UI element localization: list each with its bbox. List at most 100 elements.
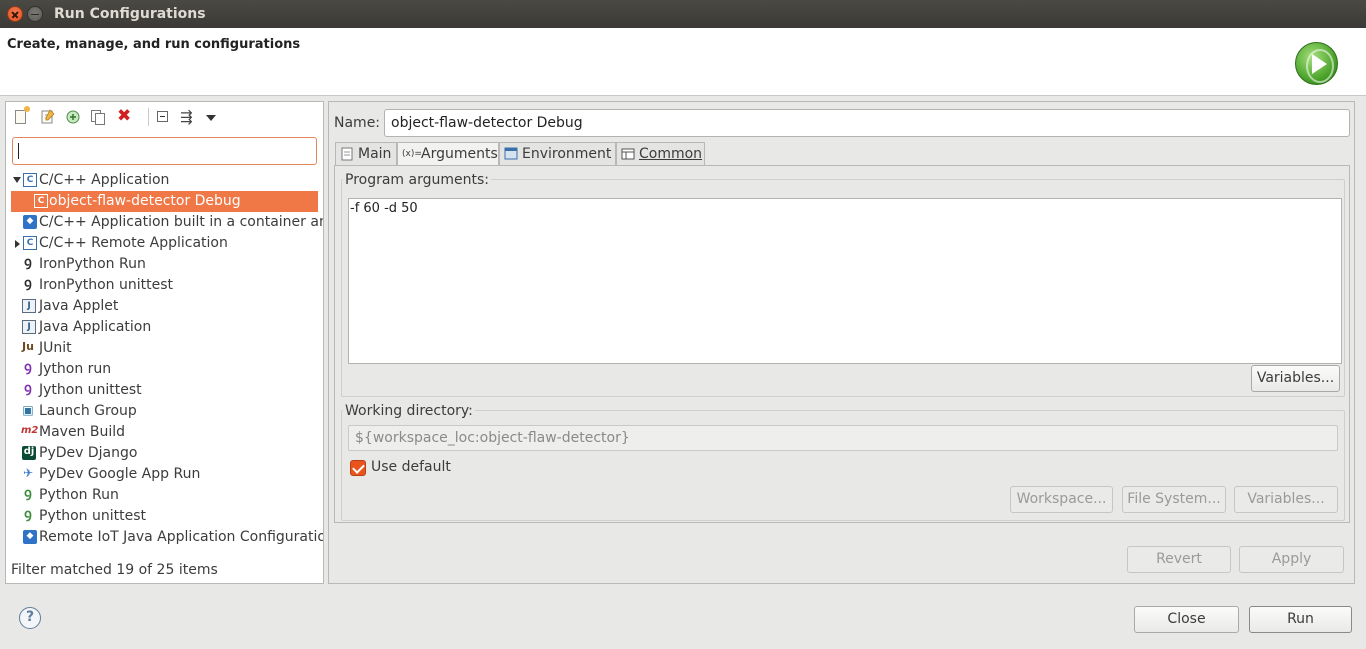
c-app-icon: C: [23, 173, 37, 187]
tree-item-object-flaw-detector-debug[interactable]: C object-flaw-detector Debug: [11, 191, 318, 212]
tree-item-label: Remote IoT Java Application Configuratio: [39, 529, 323, 545]
container-icon: ◆: [23, 215, 37, 229]
toolbar-separator: [148, 108, 149, 126]
c-app-icon: C: [23, 236, 37, 250]
dialog-description: Create, manage, and run configurations: [7, 37, 301, 52]
new-config-icon[interactable]: [15, 106, 30, 124]
django-icon: dj: [22, 446, 36, 460]
window-close-button[interactable]: [7, 6, 23, 22]
program-arguments-textarea[interactable]: -f 60 -d 50: [348, 198, 1342, 364]
delete-config-icon[interactable]: ✖: [117, 108, 133, 125]
working-directory-label: Working directory:: [343, 403, 475, 419]
tree-item-java-application[interactable]: J Java Application: [6, 317, 323, 338]
window-titlebar: Run Configurations: [0, 0, 1366, 28]
tree-item-label: Jython unittest: [39, 382, 142, 398]
configuration-editor-panel: Name: Main (x)= Arguments Environment Co…: [328, 101, 1355, 584]
tree-item-ironpython-unittest[interactable]: ꝯ IronPython unittest: [6, 275, 323, 296]
arguments-tab-body: Program arguments: -f 60 -d 50 Variables…: [334, 165, 1350, 523]
export-config-icon[interactable]: [65, 109, 81, 125]
tree-item-python-unittest[interactable]: ꝯ Python unittest: [6, 506, 323, 527]
tree-item-jython-run[interactable]: ꝯ Jython run: [6, 359, 323, 380]
configuration-tree: C C/C++ Application C object-flaw-detect…: [6, 170, 323, 548]
name-field[interactable]: [384, 109, 1350, 137]
configuration-list-panel: ✖ ⇶ C C/C++ Application C object-flaw-de…: [5, 101, 324, 584]
maven-icon: m2: [21, 425, 39, 436]
tab-main[interactable]: Main: [335, 142, 397, 165]
use-default-checkbox[interactable]: [350, 460, 366, 476]
program-arguments-label: Program arguments:: [343, 172, 491, 188]
workspace-button[interactable]: Workspace...: [1010, 486, 1113, 513]
variables-button-disabled[interactable]: Variables...: [1234, 486, 1338, 513]
collapsed-arrow-icon[interactable]: [15, 240, 20, 248]
java-app-icon: J: [22, 320, 36, 334]
close-button[interactable]: Close: [1134, 606, 1239, 633]
c-app-icon: C: [34, 194, 48, 208]
tree-item-c-cpp-application[interactable]: C C/C++ Application: [6, 170, 323, 191]
window-minimize-button[interactable]: [27, 6, 43, 22]
tree-item-junit[interactable]: Ju JUnit: [6, 338, 323, 359]
tree-item-pydev-google-app-run[interactable]: ✈ PyDev Google App Run: [6, 464, 323, 485]
tree-item-remote-iot-java[interactable]: ◆ Remote IoT Java Application Configurat…: [6, 527, 323, 548]
tab-environment[interactable]: Environment: [499, 142, 616, 165]
junit-icon: Ju: [22, 340, 34, 353]
tree-item-java-applet[interactable]: J Java Applet: [6, 296, 323, 317]
tree-item-label: C/C++ Remote Application: [39, 235, 228, 251]
tree-item-maven-build[interactable]: m2 Maven Build: [6, 422, 323, 443]
tree-item-label: C/C++ Application: [39, 172, 170, 188]
file-system-button[interactable]: File System...: [1122, 486, 1226, 513]
filter-icon[interactable]: ⇶: [180, 109, 196, 125]
iot-icon: ◆: [23, 530, 37, 544]
variables-button[interactable]: Variables...: [1251, 365, 1340, 392]
filter-status: Filter matched 19 of 25 items: [11, 562, 218, 578]
tree-item-label: Launch Group: [39, 403, 137, 419]
tree-item-label: Python unittest: [39, 508, 146, 524]
working-directory-field[interactable]: ${workspace_loc:object-flaw-detector}: [348, 425, 1338, 451]
google-app-icon: ✈: [22, 466, 34, 480]
help-icon[interactable]: ?: [19, 607, 41, 629]
dialog-header: Create, manage, and run configurations: [0, 28, 1366, 96]
jython-icon: ꝯ: [24, 360, 32, 375]
tree-item-label: Python Run: [39, 487, 119, 503]
expand-arrow-icon[interactable]: [13, 177, 21, 183]
apply-button[interactable]: Apply: [1239, 546, 1344, 573]
tab-arguments[interactable]: (x)= Arguments: [397, 142, 499, 166]
main-tab-icon: [340, 147, 354, 161]
configuration-toolbar: ✖ ⇶: [6, 102, 323, 131]
program-arguments-group: Program arguments: -f 60 -d 50 Variables…: [341, 172, 1345, 397]
new-prototype-icon[interactable]: [40, 109, 56, 125]
tree-item-label: PyDev Google App Run: [39, 466, 201, 482]
tree-item-label: Jython run: [39, 361, 112, 377]
arguments-tab-icon: (x)=: [402, 149, 422, 159]
common-tab-icon: [621, 147, 635, 161]
name-label: Name:: [334, 115, 381, 131]
tree-item-pydev-django[interactable]: dj PyDev Django: [6, 443, 323, 464]
tree-item-label: Java Application: [39, 319, 152, 335]
tab-label: Common: [639, 146, 703, 162]
tree-item-python-run[interactable]: ꝯ Python Run: [6, 485, 323, 506]
run-button[interactable]: Run: [1249, 606, 1352, 633]
tree-item-container-application[interactable]: ◆ C/C++ Application built in a container…: [6, 212, 323, 233]
revert-button[interactable]: Revert: [1127, 546, 1231, 573]
tree-item-remote-application[interactable]: C C/C++ Remote Application: [6, 233, 323, 254]
filter-input[interactable]: [12, 137, 317, 165]
text-caret: [18, 143, 19, 159]
use-default-label: Use default: [371, 459, 451, 475]
tree-item-ironpython-run[interactable]: ꝯ IronPython Run: [6, 254, 323, 275]
tab-common[interactable]: Common: [616, 142, 705, 165]
tree-item-label: IronPython unittest: [39, 277, 174, 293]
tree-item-jython-unittest[interactable]: ꝯ Jython unittest: [6, 380, 323, 401]
environment-tab-icon: [504, 147, 518, 161]
tab-label: Environment: [522, 146, 612, 162]
tree-item-launch-group[interactable]: ▣ Launch Group: [6, 401, 323, 422]
view-menu-icon[interactable]: [206, 115, 216, 121]
ironpython-unittest-icon: ꝯ: [24, 276, 32, 291]
tree-item-label: C/C++ Application built in a container a…: [39, 214, 323, 230]
working-directory-group: Working directory: ${workspace_loc:objec…: [341, 403, 1345, 521]
tree-item-label: Maven Build: [39, 424, 126, 440]
tree-item-label: JUnit: [39, 340, 72, 356]
collapse-all-icon[interactable]: [157, 111, 168, 122]
launch-group-icon: ▣: [22, 403, 34, 417]
duplicate-config-icon[interactable]: [90, 109, 106, 125]
tab-label: Main: [358, 146, 392, 162]
tree-item-label: PyDev Django: [39, 445, 138, 461]
